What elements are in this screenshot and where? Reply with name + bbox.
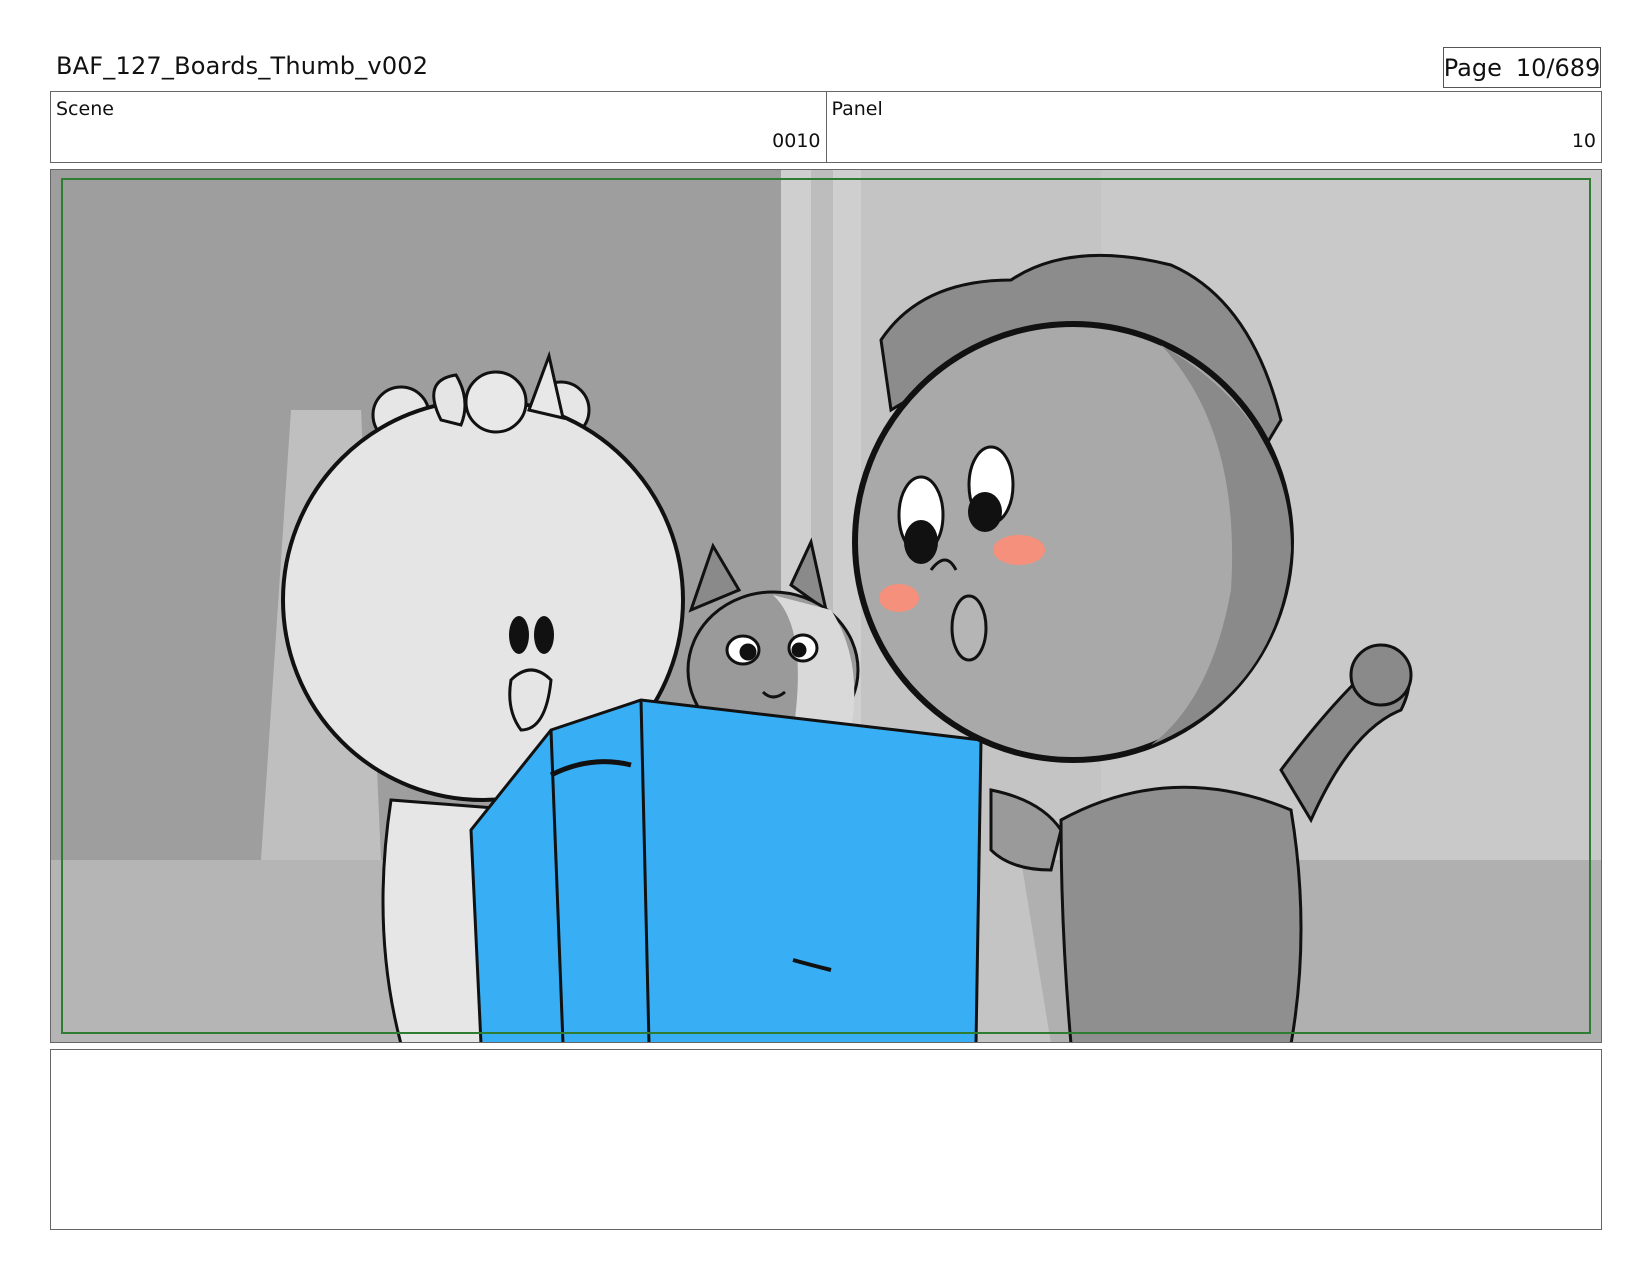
- document-title: BAF_127_Boards_Thumb_v002: [56, 52, 429, 80]
- page-number: 10/689: [1515, 53, 1601, 82]
- page-indicator: Page 10/689: [1443, 47, 1601, 88]
- page-label: Page: [1443, 53, 1502, 82]
- panel-value: 10: [1571, 130, 1596, 152]
- scene-panel-header: Scene 0010 Panel 10: [50, 91, 1602, 163]
- notes-area: [50, 1049, 1602, 1230]
- scene-cell: Scene 0010: [51, 92, 826, 162]
- blue-monitor: [469, 698, 983, 1042]
- storyboard-frame: [50, 169, 1602, 1043]
- panel-label: Panel: [831, 98, 883, 120]
- storyboard-illustration: [51, 170, 1601, 1042]
- scene-label: Scene: [56, 98, 114, 120]
- scene-value: 0010: [772, 130, 821, 152]
- panel-cell: Panel 10: [825, 92, 1602, 162]
